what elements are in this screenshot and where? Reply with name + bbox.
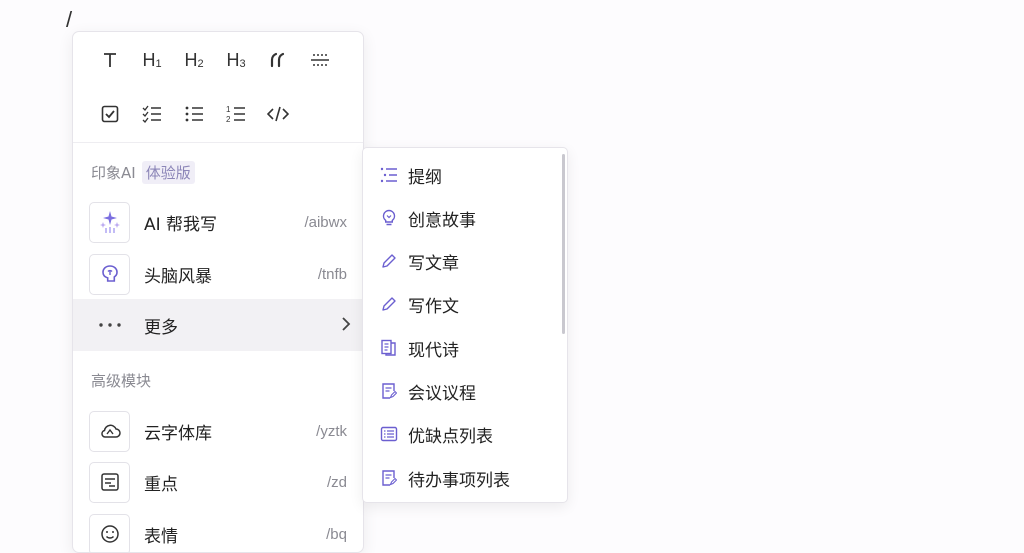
numbered-list-icon: 12 xyxy=(226,104,246,124)
highlight-shortcut: /zd xyxy=(327,474,347,491)
advanced-section-title: 高级模块 xyxy=(91,370,151,391)
submenu-item-write-article[interactable]: 写文章 xyxy=(363,241,559,281)
text-icon xyxy=(101,51,119,69)
submenu-label-meeting-agenda: 会议议程 xyxy=(408,379,476,404)
brainstorm-icon-box xyxy=(89,254,130,295)
pencil-icon xyxy=(380,252,398,270)
numbered-list-button[interactable]: 12 xyxy=(215,98,257,130)
agenda-icon xyxy=(380,382,398,400)
divider-button[interactable] xyxy=(299,44,341,76)
format-toolbar-row-1: H1 H2 H3 xyxy=(89,44,341,76)
bullet-list-button[interactable] xyxy=(173,98,215,130)
text-button[interactable] xyxy=(89,44,131,76)
advanced-section-label: 高级模块 xyxy=(91,370,151,391)
pros-cons-icon xyxy=(380,425,398,443)
heading-1-button[interactable]: H1 xyxy=(131,44,173,76)
emoji-shortcut: /bq xyxy=(326,526,347,543)
checkbox-button[interactable] xyxy=(89,98,131,130)
cloud-font-icon-box xyxy=(89,411,130,452)
checklist-icon xyxy=(142,105,162,123)
divider-icon xyxy=(310,52,330,68)
todo-icon xyxy=(380,469,398,487)
submenu-item-todo-list[interactable]: 待办事项列表 xyxy=(363,458,559,498)
more-icon-box xyxy=(89,305,130,346)
pencil-icon xyxy=(380,295,398,313)
bullet-list-icon xyxy=(184,105,204,123)
brainstorm-item[interactable]: 头脑风暴 /tnfb xyxy=(73,248,363,300)
heading-3-icon: H3 xyxy=(226,50,245,71)
emoji-icon xyxy=(100,524,120,544)
ai-section-title: 印象AI 体验版 xyxy=(91,161,195,184)
heading-2-button[interactable]: H2 xyxy=(173,44,215,76)
ai-write-shortcut: /aibwx xyxy=(304,214,347,231)
highlight-item[interactable]: 重点 /zd xyxy=(73,456,363,508)
submenu-label-modern-poem: 现代诗 xyxy=(408,336,459,361)
code-icon xyxy=(267,105,289,123)
svg-text:2: 2 xyxy=(226,115,231,124)
ai-section-label: 印象AI xyxy=(91,162,136,183)
slash-command-char: / xyxy=(66,7,72,33)
slash-command-menu: H1 H2 H3 12 印象AI xyxy=(72,31,364,553)
submenu-label-write-article: 写文章 xyxy=(408,249,459,274)
quote-icon xyxy=(269,52,287,68)
cloud-font-shortcut: /yztk xyxy=(316,423,347,440)
code-button[interactable] xyxy=(257,98,299,130)
cloud-font-item[interactable]: 云字体库 /yztk xyxy=(73,405,363,457)
beta-badge: 体验版 xyxy=(142,161,195,184)
submenu-item-meeting-agenda[interactable]: 会议议程 xyxy=(363,371,559,411)
brainstorm-label: 头脑风暴 xyxy=(144,262,212,287)
brain-icon xyxy=(99,263,121,285)
emoji-item[interactable]: 表情 /bq xyxy=(73,508,363,553)
ai-more-submenu: 提纲 创意故事 写文章 写作文 现代诗 会议议程 优缺点列表 xyxy=(362,147,568,503)
ai-write-label: AI 帮我写 xyxy=(144,210,217,235)
outline-icon xyxy=(380,166,398,184)
submenu-item-modern-poem[interactable]: 现代诗 xyxy=(363,328,559,368)
highlight-icon xyxy=(100,472,120,492)
emoji-label: 表情 xyxy=(144,522,178,547)
format-toolbar-row-2: 12 xyxy=(89,98,299,130)
quote-button[interactable] xyxy=(257,44,299,76)
cloud-font-icon xyxy=(99,422,121,440)
more-icon xyxy=(98,322,122,328)
emoji-icon-box xyxy=(89,514,130,553)
submenu-label-todo-list: 待办事项列表 xyxy=(408,466,510,491)
submenu-label-creative-story: 创意故事 xyxy=(408,206,476,231)
highlight-label: 重点 xyxy=(144,470,178,495)
more-item[interactable]: 更多 xyxy=(73,299,363,351)
menu-divider xyxy=(73,142,363,143)
submenu-scrollbar[interactable] xyxy=(562,154,565,334)
chevron-right-icon xyxy=(341,316,351,332)
svg-text:1: 1 xyxy=(226,105,231,114)
submenu-item-pros-cons[interactable]: 优缺点列表 xyxy=(363,414,559,454)
highlight-icon-box xyxy=(89,462,130,503)
heading-1-icon: H1 xyxy=(142,50,161,71)
heading-2-icon: H2 xyxy=(184,50,203,71)
ai-write-icon-box xyxy=(89,202,130,243)
submenu-item-write-essay[interactable]: 写作文 xyxy=(363,284,559,324)
submenu-item-outline[interactable]: 提纲 xyxy=(363,155,559,195)
more-label: 更多 xyxy=(144,313,178,338)
checkbox-icon xyxy=(101,105,119,123)
submenu-item-creative-story[interactable]: 创意故事 xyxy=(363,198,559,238)
submenu-label-pros-cons: 优缺点列表 xyxy=(408,422,493,447)
lightbulb-icon xyxy=(380,209,398,227)
poem-icon xyxy=(380,339,398,357)
brainstorm-shortcut: /tnfb xyxy=(318,266,347,283)
submenu-label-write-essay: 写作文 xyxy=(408,292,459,317)
submenu-label-outline: 提纲 xyxy=(408,163,442,188)
checklist-button[interactable] xyxy=(131,98,173,130)
cloud-font-label: 云字体库 xyxy=(144,419,212,444)
ai-write-item[interactable]: AI 帮我写 /aibwx xyxy=(73,196,363,248)
heading-3-button[interactable]: H3 xyxy=(215,44,257,76)
sparkle-icon xyxy=(96,208,124,236)
